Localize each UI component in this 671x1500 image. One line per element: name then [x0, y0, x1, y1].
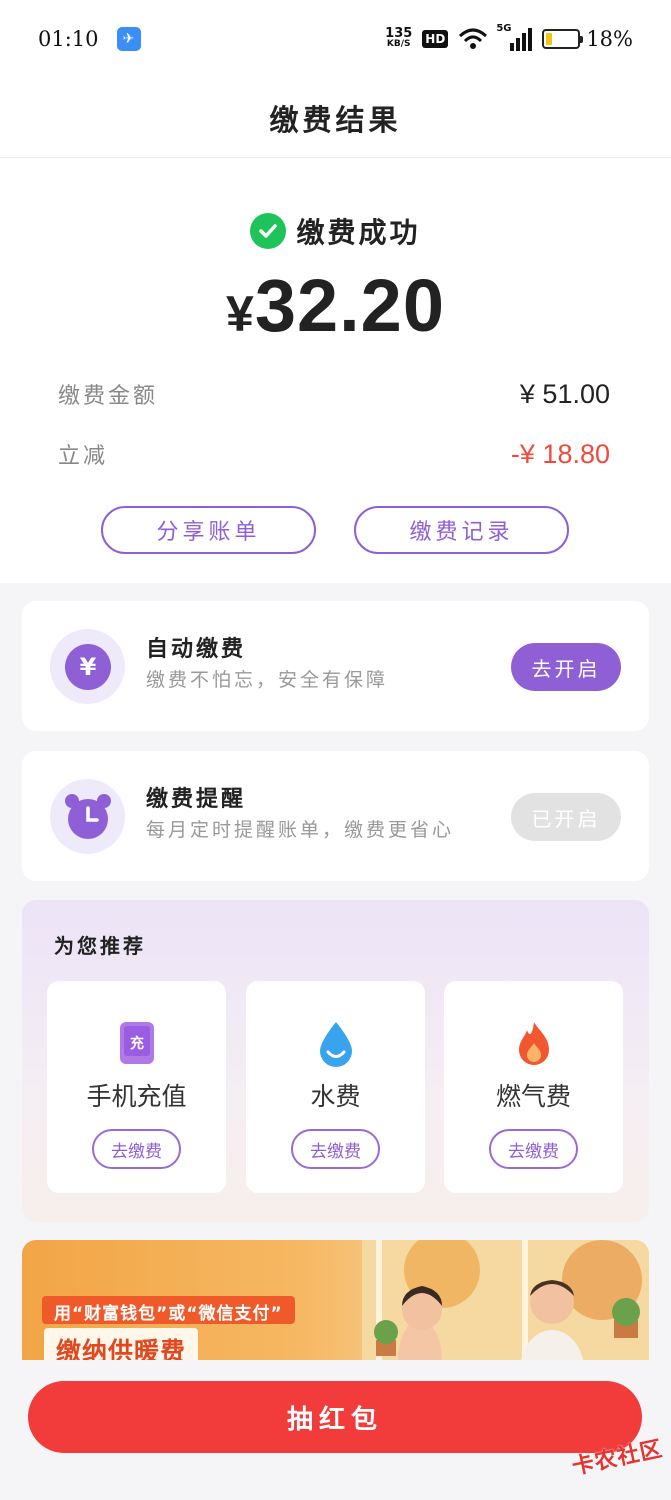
pay-water-button[interactable]: 去缴费	[291, 1129, 380, 1169]
paid-amount: ¥32.20	[0, 263, 671, 348]
net-speed: 135 KB/S	[385, 26, 413, 50]
page-title: 缴费结果	[269, 102, 402, 137]
detail-row-discount: 立减 -¥ 18.80	[58, 438, 610, 470]
banner-tag: 用“财富钱包”或“微信支付”	[42, 1296, 295, 1324]
discount-value: -¥ 18.80	[510, 438, 610, 469]
bottom-bar: 抽红包	[0, 1360, 671, 1500]
water-drop-icon	[319, 1022, 352, 1067]
payment-result: 缴费成功 ¥32.20 缴费金额 ¥ 51.00 立减 -¥ 18.80 分享账…	[0, 158, 671, 583]
currency-symbol: ¥	[226, 286, 255, 342]
rec-item-water[interactable]: 水费 去缴费	[246, 981, 425, 1193]
rec-item-name: 水费	[310, 1082, 361, 1111]
flame-icon	[518, 1022, 549, 1065]
battery-icon	[542, 29, 584, 49]
nav-header: 缴费结果	[0, 78, 671, 158]
status-bar: 01:10 ✈ 135 KB/S HD 5G 18%	[0, 0, 671, 78]
reminder-icon-wrap	[50, 779, 125, 854]
auto-pay-title: 自动缴费	[146, 636, 247, 662]
pay-gas-button[interactable]: 去缴费	[489, 1129, 578, 1169]
app-notification-icon: ✈	[116, 27, 141, 51]
net-speed-unit: KB/S	[386, 39, 411, 49]
alarm-clock-icon	[64, 793, 111, 839]
check-circle-icon	[250, 213, 287, 249]
wifi-icon	[459, 28, 488, 49]
reminder-card: 缴费提醒 每月定时提醒账单，缴费更省心 已开启	[22, 751, 649, 881]
svg-text:充: 充	[130, 1035, 144, 1052]
rec-item-phone-recharge[interactable]: 充 手机充值 去缴费	[47, 981, 226, 1193]
battery-level	[546, 33, 552, 45]
svg-text:¥: ¥	[79, 653, 96, 681]
enable-auto-pay-button[interactable]: 去开启	[511, 643, 621, 691]
auto-pay-card: ¥ 自动缴费 缴费不怕忘，安全有保障 去开启	[22, 601, 649, 731]
auto-pay-icon-wrap: ¥	[50, 629, 125, 704]
signal-icon: 5G	[496, 23, 533, 51]
recommend-section: 为您推荐 充 手机充值 去缴费 水费 去缴费 燃气费 去缴费	[22, 900, 649, 1222]
success-status: 缴费成功	[0, 211, 671, 251]
battery: 18%	[542, 27, 633, 51]
rec-item-gas[interactable]: 燃气费 去缴费	[444, 981, 623, 1193]
detail-label: 缴费金额	[58, 384, 159, 409]
amount-value: 32.20	[254, 264, 445, 347]
detail-value: ¥ 51.00	[519, 378, 610, 409]
hd-icon: HD	[422, 30, 449, 48]
share-bill-button[interactable]: 分享账单	[101, 506, 316, 554]
payment-records-button[interactable]: 缴费记录	[354, 506, 569, 554]
net-speed-value: 135	[385, 26, 413, 41]
recommend-title: 为您推荐	[54, 934, 146, 958]
reminder-title: 缴费提醒	[146, 786, 247, 812]
success-text: 缴费成功	[296, 216, 421, 249]
draw-red-packet-button[interactable]: 抽红包	[28, 1381, 642, 1453]
pay-phone-button[interactable]: 去缴费	[92, 1129, 181, 1169]
phone-recharge-icon: 充	[119, 1022, 154, 1064]
reminder-enabled-button[interactable]: 已开启	[511, 793, 621, 841]
rec-item-name: 手机充值	[86, 1082, 187, 1111]
reminder-subtitle: 每月定时提醒账单，缴费更省心	[146, 819, 455, 841]
battery-percent: 18%	[586, 27, 633, 51]
yuan-coin-icon: ¥	[64, 643, 111, 690]
network-type: 5G	[496, 23, 512, 34]
status-time: 01:10	[38, 27, 99, 51]
auto-pay-subtitle: 缴费不怕忘，安全有保障	[146, 669, 389, 691]
detail-label: 立减	[58, 444, 109, 469]
detail-row-total: 缴费金额 ¥ 51.00	[58, 378, 610, 410]
rec-item-name: 燃气费	[495, 1082, 571, 1111]
